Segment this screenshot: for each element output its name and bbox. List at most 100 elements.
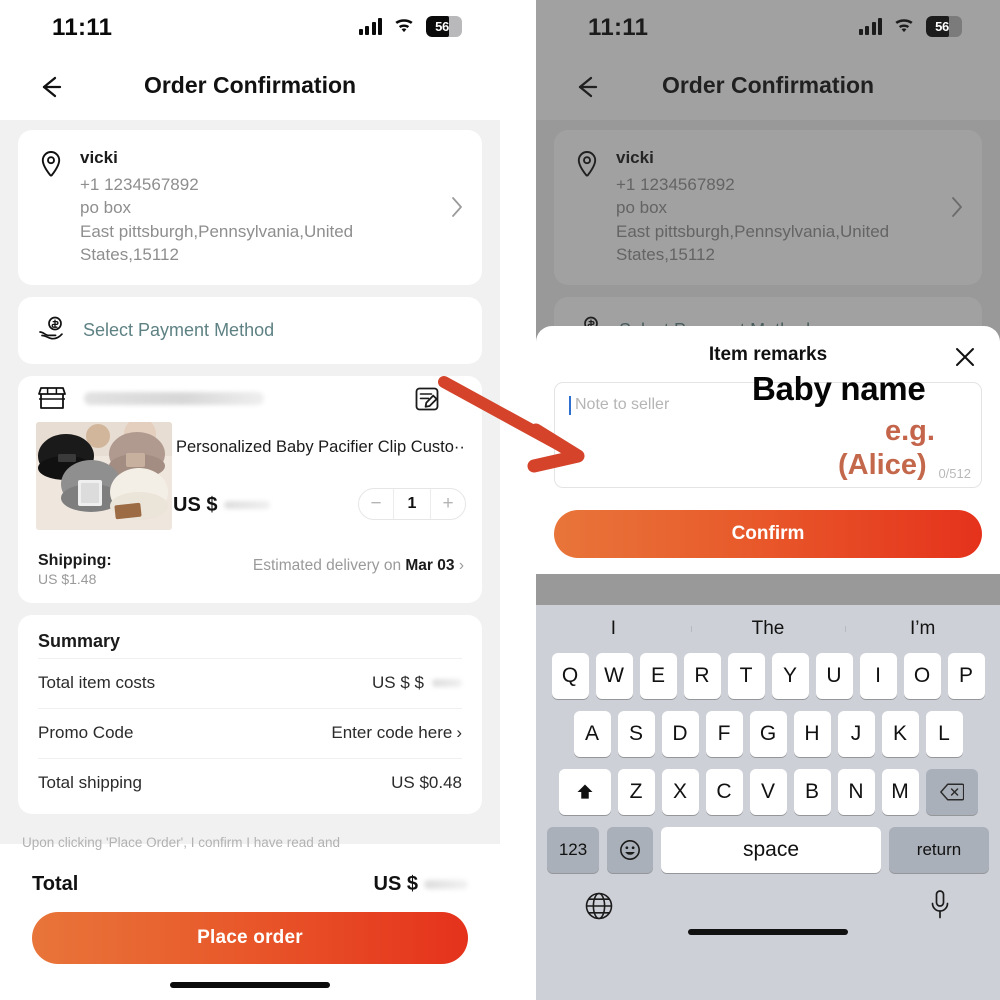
keyboard-suggestion-bar: I The I’m: [536, 605, 1000, 653]
shipping-row[interactable]: Shipping: US $1.48 Estimated delivery on…: [18, 542, 482, 603]
key-n[interactable]: N: [837, 769, 875, 815]
red-arrow-annotation: [438, 376, 585, 473]
keyboard-rows: Q W E R T Y U I O P A S D F G H J K L Z …: [536, 653, 1000, 873]
cellular-signal-icon: [358, 18, 382, 35]
product-thumbnail: [36, 421, 172, 530]
quantity-increase-button[interactable]: +: [431, 489, 465, 519]
chevron-right-icon: [450, 195, 464, 219]
bottom-action-bar: Total US $ Place order: [0, 856, 500, 1000]
status-icons: 56: [358, 16, 462, 37]
shipping-eta: Estimated delivery on Mar 03 ›: [253, 552, 464, 575]
home-indicator: [170, 982, 330, 988]
status-time: 11:11: [52, 14, 113, 41]
key-c[interactable]: C: [705, 769, 743, 815]
total-redaction: [424, 879, 468, 889]
close-x-icon[interactable]: [952, 344, 978, 370]
keyboard-row-3: Z X C V B N M: [541, 769, 995, 815]
modal-title: Item remarks: [708, 344, 828, 365]
key-d[interactable]: D: [661, 711, 699, 757]
key-z[interactable]: Z: [617, 769, 655, 815]
summary-value-redaction: [432, 679, 462, 688]
address-line1: po box: [80, 198, 132, 218]
address-name: vicki: [80, 148, 118, 167]
summary-value: US $0.48: [391, 773, 462, 793]
summary-key: Total item costs: [38, 673, 156, 693]
product-card: Personalized Baby Pacifier Clip Custo···…: [18, 375, 482, 603]
confirm-button[interactable]: Confirm: [554, 510, 982, 558]
battery-icon: 56: [426, 16, 462, 37]
emoji-smiley-icon[interactable]: [607, 827, 653, 873]
shift-up-arrow-icon[interactable]: [558, 769, 611, 815]
key-s[interactable]: S: [617, 711, 655, 757]
microphone-icon[interactable]: [928, 889, 952, 921]
backspace-delete-icon[interactable]: [925, 769, 978, 815]
key-m[interactable]: M: [881, 769, 919, 815]
key-y[interactable]: Y: [771, 653, 809, 699]
product-row[interactable]: Personalized Baby Pacifier Clip Custo···…: [18, 421, 482, 542]
key-f[interactable]: F: [705, 711, 743, 757]
battery-level: 56: [935, 19, 949, 34]
key-o[interactable]: O: [903, 653, 941, 699]
suggestion-1[interactable]: I: [536, 618, 691, 640]
globe-language-icon[interactable]: [584, 891, 614, 921]
summary-value-text: US $ $: [372, 673, 424, 693]
key-b[interactable]: B: [793, 769, 831, 815]
key-i[interactable]: I: [859, 653, 897, 699]
storefront-icon: [38, 385, 66, 411]
keyboard-row-1: Q W E R T Y U I O P: [541, 653, 995, 699]
payment-method-row[interactable]: Select Payment Method: [18, 296, 482, 364]
product-price-redaction: [224, 500, 271, 509]
shipping-cost: US $1.48: [38, 570, 97, 587]
product-price-currency: US $: [173, 493, 218, 516]
summary-row-total-shipping: Total shipping US $0.48: [38, 757, 462, 808]
promo-code-entry[interactable]: Enter code here ›: [331, 723, 462, 743]
numbers-key[interactable]: 123: [547, 827, 599, 873]
suggestion-3[interactable]: I’m: [845, 618, 1000, 640]
key-r[interactable]: R: [683, 653, 721, 699]
summary-value-text: US $0.48: [391, 773, 462, 793]
payment-method-label: Select Payment Method: [83, 319, 275, 340]
summary-heading: Summary: [38, 630, 121, 651]
quantity-stepper[interactable]: − 1 +: [358, 487, 466, 520]
key-w[interactable]: W: [595, 653, 633, 699]
key-j[interactable]: J: [837, 711, 875, 757]
address-phone: +1 1234567892: [80, 175, 199, 194]
total-label: Total: [32, 872, 79, 895]
key-e[interactable]: E: [639, 653, 677, 699]
return-key[interactable]: return: [889, 827, 989, 873]
keyboard-bottom-bar: [536, 885, 1000, 949]
key-a[interactable]: A: [573, 711, 611, 757]
key-t[interactable]: T: [727, 653, 765, 699]
note-to-seller-input[interactable]: Note to seller 0/512: [554, 382, 982, 488]
key-q[interactable]: Q: [551, 653, 589, 699]
phone-panel-right: 11:11 56 Order Confirmation vicki +1 123…: [536, 0, 1000, 1000]
address-line2: East pittsburgh,Pennsylvania,United: [80, 221, 354, 241]
modal-header: Item remarks: [554, 340, 982, 376]
suggestion-2[interactable]: The: [690, 618, 846, 640]
page-title: Order Confirmation: [143, 72, 357, 98]
key-l[interactable]: L: [925, 711, 963, 757]
quantity-value: 1: [393, 488, 431, 519]
order-scroll-body: vicki +1 1234567892 po box East pittsbur…: [0, 120, 500, 850]
place-order-button[interactable]: Place order: [32, 912, 468, 964]
product-title: Personalized Baby Pacifier Clip Custo···: [176, 437, 466, 456]
summary-row-promo-code[interactable]: Promo Code Enter code here ›: [38, 707, 462, 758]
payment-hand-coin-icon: [38, 315, 68, 346]
key-v[interactable]: V: [749, 769, 787, 815]
key-k[interactable]: K: [881, 711, 919, 757]
shop-name-redaction: [84, 391, 264, 405]
key-g[interactable]: G: [749, 711, 787, 757]
character-counter: 0/512: [938, 466, 971, 481]
key-h[interactable]: H: [793, 711, 831, 757]
key-x[interactable]: X: [661, 769, 699, 815]
quantity-decrease-button[interactable]: −: [359, 489, 393, 519]
total-currency: US $: [373, 872, 418, 895]
key-u[interactable]: U: [815, 653, 853, 699]
nav-bar-left: Order Confirmation: [0, 56, 500, 120]
key-p[interactable]: P: [947, 653, 985, 699]
summary-value-text: Enter code here: [331, 723, 453, 743]
shop-row[interactable]: [18, 376, 482, 422]
wifi-icon: [393, 18, 415, 35]
address-card[interactable]: vicki +1 1234567892 po box East pittsbur…: [18, 130, 482, 285]
space-key[interactable]: space: [661, 827, 881, 873]
